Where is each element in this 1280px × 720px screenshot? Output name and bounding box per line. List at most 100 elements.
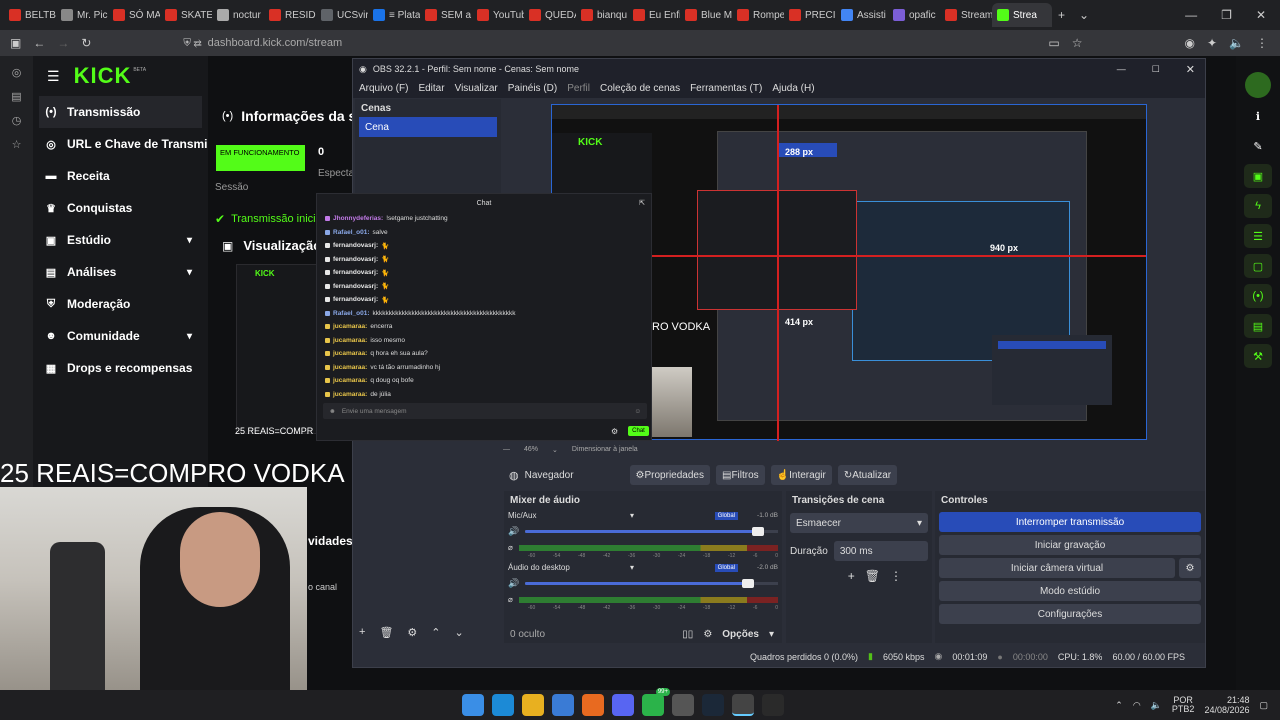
channel-dropdown-icon[interactable]: ▾ — [630, 511, 634, 520]
browser-tab[interactable]: SKATE — [160, 3, 212, 27]
chrome-icon[interactable] — [522, 694, 544, 716]
settings-button[interactable]: Configurações — [939, 604, 1201, 624]
source-up-icon[interactable]: ⌃ — [431, 626, 440, 639]
volume-handle[interactable] — [751, 527, 764, 536]
add-transition-icon[interactable]: + — [848, 569, 855, 583]
sidebar-toggle-icon[interactable]: ▣ — [10, 36, 21, 50]
browser-tab[interactable]: Stream — [940, 3, 992, 27]
reload-icon[interactable]: ↻ — [81, 36, 91, 50]
start-icon[interactable] — [462, 694, 484, 716]
channel-tag[interactable]: Global — [714, 511, 738, 520]
browser-tab[interactable]: Blue M — [680, 3, 732, 27]
browser-tab[interactable]: Strea — [992, 3, 1052, 27]
mixer-settings-icon[interactable]: ⚙ — [703, 629, 712, 640]
rail-home-icon[interactable]: ◎ — [0, 60, 33, 84]
chat-settings-icon[interactable]: ⚙ — [611, 427, 618, 436]
chat-username[interactable]: jucamaraa: — [333, 364, 367, 371]
sidebar-item[interactable]: ☻ Comunidade ▾ — [33, 320, 208, 352]
maximize-icon[interactable]: ❐ — [1221, 8, 1232, 22]
emote-icon[interactable]: ☻ — [329, 408, 336, 415]
menu-icon[interactable]: ⋮ — [1256, 36, 1268, 50]
cast-icon[interactable]: ▭ — [1048, 36, 1059, 50]
zoom-dropdown-icon[interactable]: ⌄ — [552, 446, 558, 454]
mute-icon[interactable]: ⌀ — [508, 543, 513, 552]
sidebar-item[interactable]: ⛨ Moderação — [33, 288, 208, 320]
rail-tabs-icon[interactable]: ▤ — [0, 84, 33, 108]
transition-select[interactable]: Esmaecer ▾ — [790, 513, 928, 533]
volume-handle[interactable] — [741, 579, 754, 588]
minimize-icon[interactable]: — — [1185, 8, 1197, 22]
tray-chevron-icon[interactable]: ⌃ — [1115, 700, 1123, 711]
chat-input[interactable]: ☻ Envie uma mensagem ☺ — [323, 403, 647, 419]
close-window-icon[interactable]: ✕ — [1256, 8, 1266, 22]
chat-username[interactable]: fernandovasrj: — [333, 283, 378, 290]
rail-history-icon[interactable]: ◷ — [0, 108, 33, 132]
chevron-down-icon[interactable]: ▾ — [187, 235, 192, 246]
clock[interactable]: 21:48 24/08/2026 — [1204, 695, 1249, 715]
browser-tab[interactable]: SEM a — [420, 3, 472, 27]
sidebar-item[interactable]: ◎ URL e Chave de Transmissão — [33, 128, 208, 160]
language-indicator[interactable]: POR PTB2 — [1172, 696, 1195, 714]
browser-tab[interactable]: bianqu — [576, 3, 628, 27]
slides-icon[interactable]: ▤ — [1244, 314, 1272, 338]
browser-tab[interactable]: ≡ Plata — [368, 3, 420, 27]
url-field[interactable]: ⛨ ⇄ dashboard.kick.com/stream — [183, 37, 342, 49]
chat-username[interactable]: Rafael_o01: — [333, 229, 370, 236]
panel-icon[interactable]: ▣ — [1244, 164, 1272, 188]
transition-menu-icon[interactable]: ⋮ — [890, 569, 902, 583]
chat-username[interactable]: Jhonnydeferias: — [333, 215, 383, 222]
broadcast-panel-icon[interactable]: (•) — [1244, 284, 1272, 308]
obs-maximize-icon[interactable]: ☐ — [1152, 64, 1160, 75]
sidebar-item[interactable]: ♛ Conquistas — [33, 192, 208, 224]
obs-menu-item[interactable]: Editar — [418, 83, 444, 94]
chat-username[interactable]: jucamaraa: — [333, 377, 367, 384]
channel-dropdown-icon[interactable]: ▾ — [630, 563, 634, 572]
sidebar-item[interactable]: ▬ Receita — [33, 160, 208, 192]
wrench-icon[interactable]: ⚒ — [1244, 344, 1272, 368]
filters-button[interactable]: ▤ Filtros — [715, 465, 765, 485]
obs-menu-item[interactable]: Visualizar — [455, 83, 498, 94]
remove-transition-icon[interactable]: 🗑 — [865, 569, 880, 583]
chat-username[interactable]: jucamaraa: — [333, 391, 367, 398]
extensions-icon[interactable]: ✦ — [1207, 36, 1217, 50]
chat-username[interactable]: Rafael_o01: — [333, 310, 370, 317]
mixer-options[interactable]: Opções — [722, 629, 759, 640]
source-down-icon[interactable]: ⌄ — [455, 626, 464, 639]
user-avatar[interactable] — [1245, 72, 1271, 98]
duration-input[interactable]: 300 ms — [833, 541, 928, 561]
terminal-icon[interactable] — [762, 694, 784, 716]
list-icon[interactable]: ☰ — [1244, 224, 1272, 248]
steam-icon[interactable] — [702, 694, 724, 716]
info-icon[interactable]: ℹ — [1244, 104, 1272, 128]
resize-mode[interactable]: Dimensionar à janela — [572, 446, 638, 454]
obs-menu-item[interactable]: Ferramentas (T) — [690, 83, 762, 94]
browser-tab[interactable]: UCSvirt — [316, 3, 368, 27]
obs-menu-item[interactable]: Perfil — [567, 83, 590, 94]
browser-tab[interactable]: Rompe — [732, 3, 784, 27]
chevron-down-icon[interactable]: ▾ — [187, 331, 192, 342]
chat-popout-icon[interactable]: ⇱ — [639, 199, 645, 207]
new-tab-button[interactable]: + — [1058, 8, 1065, 22]
obs-menu-item[interactable]: Painéis (D) — [508, 83, 557, 94]
interact-button[interactable]: ☝ Interagir — [770, 465, 832, 485]
site-info-icon[interactable]: ⛨ ⇄ — [183, 38, 201, 49]
browser-tab[interactable]: PRECIS — [784, 3, 836, 27]
chat-username[interactable]: jucamaraa: — [333, 323, 367, 330]
virtual-camera-settings-icon[interactable]: ⚙ — [1179, 558, 1201, 578]
browser-tab[interactable]: opafic — [888, 3, 940, 27]
browser-tab[interactable]: noctur — [212, 3, 264, 27]
obs-minimize-icon[interactable]: — — [1117, 64, 1126, 74]
sidebar-item[interactable]: ▣ Estúdio ▾ — [33, 224, 208, 256]
obs-close-icon[interactable]: ✕ — [1186, 63, 1195, 76]
chat-username[interactable]: fernandovasrj: — [333, 256, 378, 263]
browser-tab[interactable]: BELTBO — [4, 3, 56, 27]
forward-icon[interactable]: → — [57, 36, 69, 50]
mute-icon[interactable]: ⌀ — [508, 595, 513, 604]
settings-app-icon[interactable] — [672, 694, 694, 716]
refresh-button[interactable]: ↻ Atualizar — [837, 465, 898, 485]
whatsapp-icon[interactable]: 99+ — [642, 688, 670, 716]
browser-tab[interactable]: QUEDA — [524, 3, 576, 27]
browser-tab[interactable]: SÓ MA — [108, 3, 160, 27]
chat-username[interactable]: fernandovasrj: — [333, 242, 378, 249]
scene-item[interactable]: Cena — [359, 117, 497, 137]
